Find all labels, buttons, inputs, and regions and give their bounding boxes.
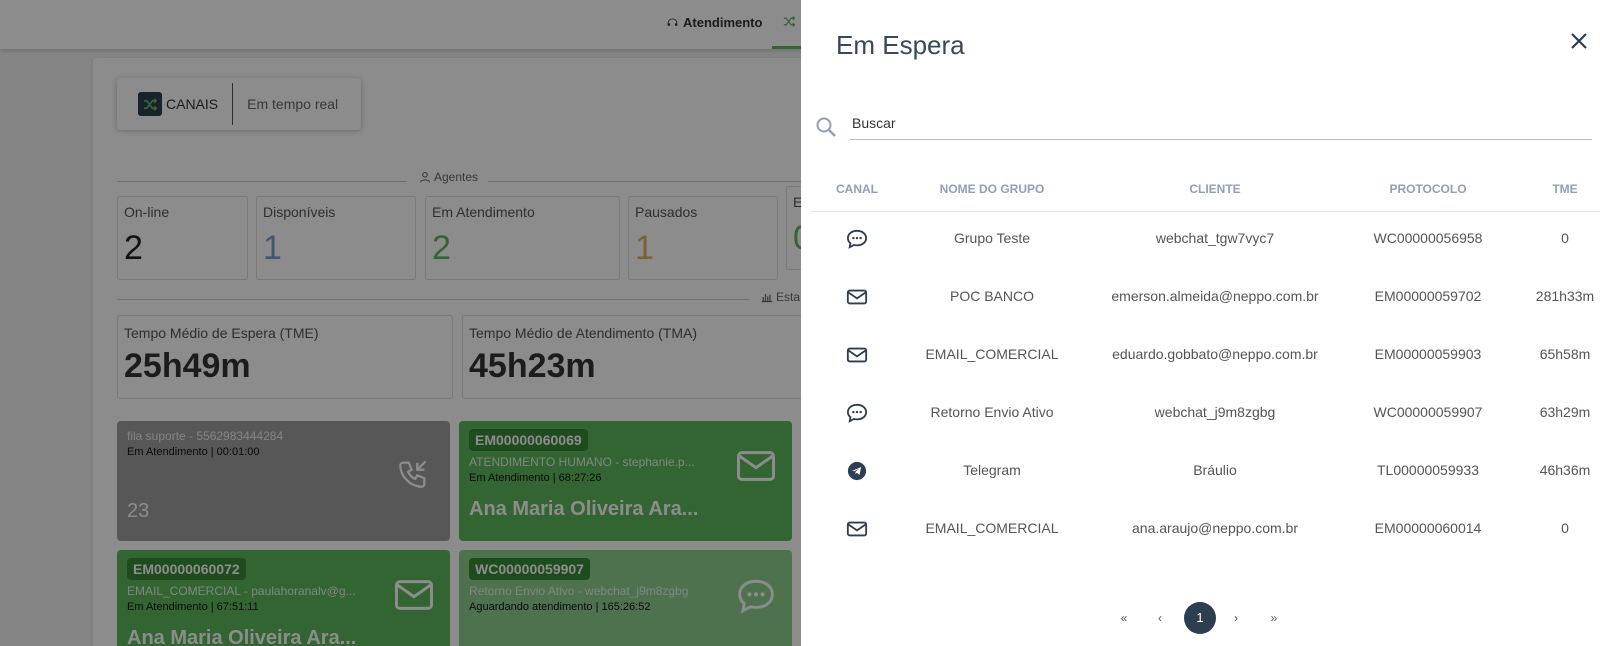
cliente-cell: ana.araujo@neppo.com.br	[1132, 520, 1298, 536]
table-row[interactable]: Retorno Envio Ativo webchat_j9m8zgbg WC0…	[811, 384, 1600, 442]
envelope-icon	[846, 521, 868, 537]
column-header-canal: CANAL	[836, 182, 878, 196]
table-row[interactable]: POC BANCO emerson.almeida@neppo.com.br E…	[811, 268, 1600, 326]
chat-icon	[846, 403, 868, 423]
cliente-cell: eduardo.gobbato@neppo.com.br	[1112, 346, 1318, 362]
search-icon	[816, 117, 836, 137]
cliente-cell: webchat_tgw7vyc7	[1155, 230, 1275, 246]
tme-cell: 0	[1561, 520, 1569, 536]
search-input[interactable]	[850, 106, 1592, 140]
cliente-cell: Bráulio	[1193, 462, 1237, 478]
chat-icon	[846, 229, 868, 249]
table-row[interactable]: EMAIL_COMERCIAL ana.araujo@neppo.com.br …	[811, 500, 1600, 558]
grupo-cell: POC BANCO	[949, 288, 1034, 304]
table-row[interactable]: Telegram Bráulio TL00000059933 46h36m	[811, 442, 1600, 500]
protocolo-cell: TL00000059933	[1377, 462, 1479, 478]
column-header-tme: TME	[1552, 182, 1578, 196]
drawer-title: Em Espera	[836, 30, 965, 60]
tme-cell: 0	[1561, 230, 1569, 246]
table-row[interactable]: EMAIL_COMERCIAL eduardo.gobbato@neppo.co…	[811, 326, 1600, 384]
cliente-cell: emerson.almeida@neppo.com.br	[1111, 288, 1319, 304]
tme-cell: 46h36m	[1539, 462, 1591, 478]
grupo-cell: Retorno Envio Ativo	[930, 404, 1054, 420]
column-header-protocolo: PROTOCOLO	[1389, 182, 1467, 196]
protocolo-cell: WC00000056958	[1373, 230, 1483, 246]
pagination-prev[interactable]: ‹	[1148, 602, 1172, 634]
pagination-page-current[interactable]: 1	[1184, 602, 1216, 634]
pagination-next[interactable]: ›	[1224, 602, 1248, 634]
cliente-cell: webchat_j9m8zgbg	[1154, 404, 1276, 420]
tme-cell: 65h58m	[1539, 346, 1591, 362]
pagination-first[interactable]: «	[1112, 602, 1136, 634]
protocolo-cell: WC00000059907	[1373, 404, 1483, 420]
envelope-icon	[846, 347, 868, 363]
grupo-cell: Telegram	[963, 462, 1021, 478]
envelope-icon	[846, 289, 868, 305]
telegram-icon	[847, 461, 867, 481]
pagination-last[interactable]: »	[1262, 602, 1286, 634]
column-header-grupo: NOME DO GRUPO	[939, 182, 1045, 196]
table-row[interactable]: Grupo Teste webchat_tgw7vyc7 WC000000569…	[811, 210, 1600, 268]
column-header-cliente: CLIENTE	[1189, 182, 1241, 196]
modal-backdrop[interactable]	[0, 0, 801, 646]
grupo-cell: Grupo Teste	[953, 230, 1030, 246]
grupo-cell: EMAIL_COMERCIAL	[925, 520, 1059, 536]
grupo-cell: EMAIL_COMERCIAL	[925, 346, 1059, 362]
protocolo-cell: EM00000059903	[1374, 346, 1482, 362]
tme-cell: 281h33m	[1535, 288, 1595, 304]
protocolo-cell: EM00000060014	[1374, 520, 1482, 536]
tme-cell: 63h29m	[1539, 404, 1591, 420]
close-icon[interactable]	[1568, 30, 1590, 52]
protocolo-cell: EM00000059702	[1374, 288, 1482, 304]
